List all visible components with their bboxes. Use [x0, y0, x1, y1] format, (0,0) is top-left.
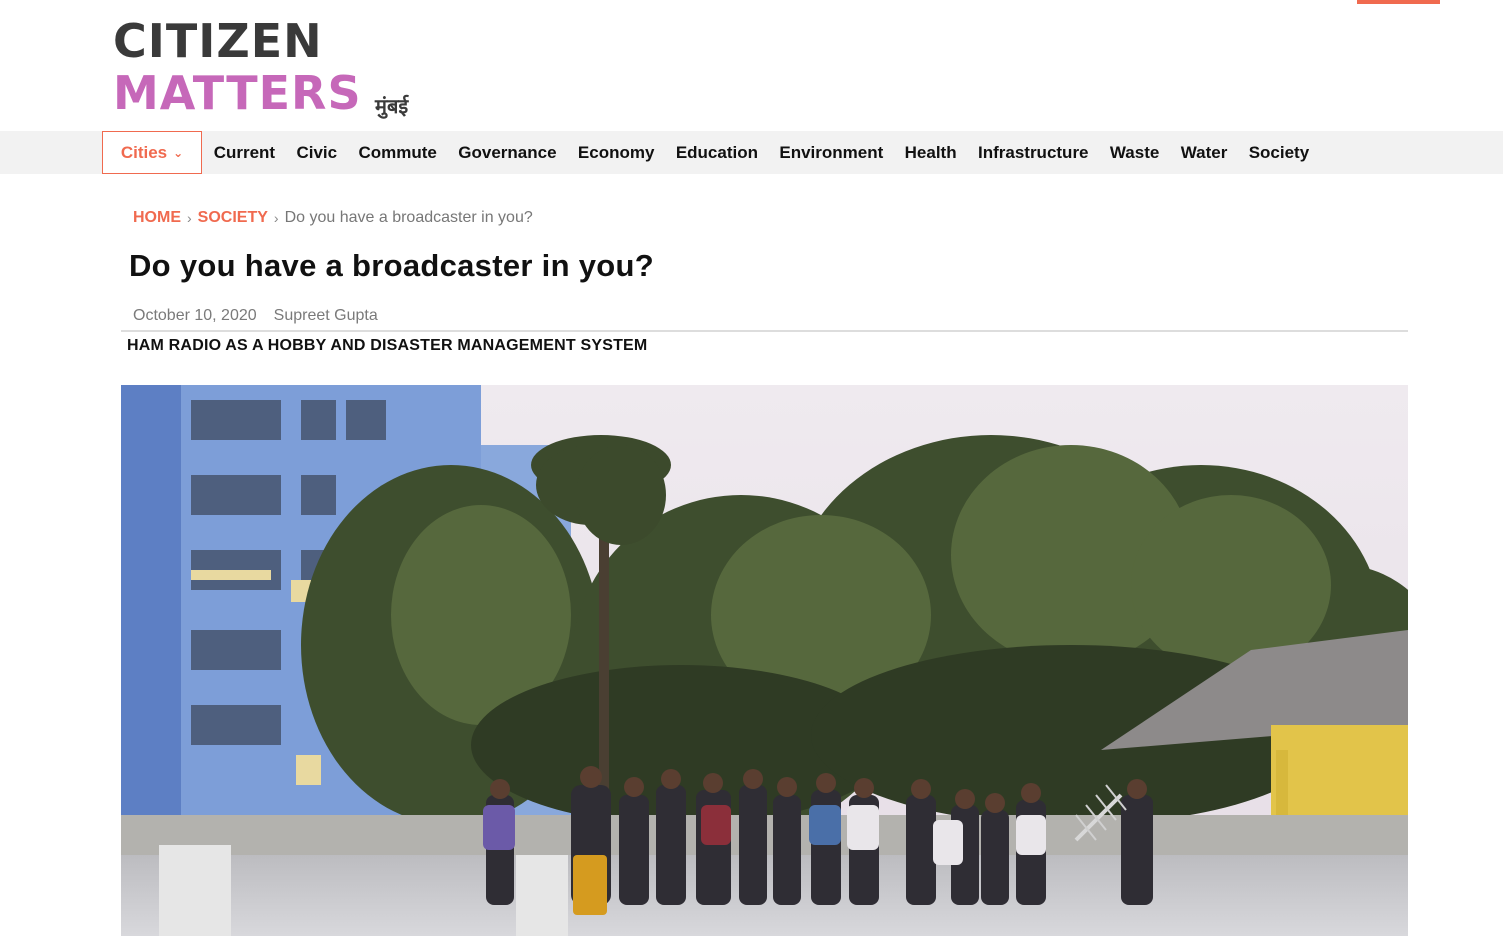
nav-item-water[interactable]: Water [1170, 143, 1238, 163]
breadcrumb-separator-icon: › [273, 210, 279, 226]
breadcrumb-section-link[interactable]: SOCIETY [198, 209, 268, 227]
nav-items: Current Civic Commute Governance Economy… [203, 131, 1320, 174]
divider [121, 330, 1408, 332]
chevron-down-icon: ⌄ [173, 145, 184, 160]
article-title: Do you have a broadcaster in you? [129, 248, 654, 283]
nav-item-education[interactable]: Education [665, 143, 769, 163]
logo-line-matters: MATTERS [113, 66, 362, 120]
breadcrumb-home-link[interactable]: HOME [133, 209, 181, 227]
nav-item-society[interactable]: Society [1238, 143, 1320, 163]
logo-city-name: मुंबई [375, 94, 409, 118]
breadcrumb: HOME › SOCIETY › Do you have a broadcast… [133, 209, 533, 227]
article-date: October 10, 2020 [133, 307, 257, 324]
cities-dropdown-button[interactable]: Cities ⌄ [102, 131, 202, 174]
site-logo[interactable]: CITIZEN MATTERS मुंबई [113, 18, 433, 128]
hero-photo [121, 385, 1408, 936]
article-subtitle: HAM RADIO AS A HOBBY AND DISASTER MANAGE… [127, 337, 648, 354]
nav-item-economy[interactable]: Economy [567, 143, 665, 163]
logo-line-citizen: CITIZEN [113, 14, 323, 68]
main-navigation: Cities ⌄ Current Civic Commute Governanc… [0, 131, 1503, 174]
nav-item-waste[interactable]: Waste [1099, 143, 1170, 163]
nav-item-civic[interactable]: Civic [286, 143, 348, 163]
nav-item-current[interactable]: Current [203, 143, 286, 163]
top-accent-bar [1357, 0, 1440, 4]
article-author-link[interactable]: Supreet Gupta [274, 307, 378, 325]
nav-item-infrastructure[interactable]: Infrastructure [967, 143, 1099, 163]
breadcrumb-separator-icon: › [187, 210, 192, 226]
article-meta: October 10, 2020 Supreet Gupta [133, 307, 378, 325]
nav-item-governance[interactable]: Governance [448, 143, 568, 163]
breadcrumb-current: Do you have a broadcaster in you? [284, 209, 533, 226]
cities-label: Cities [120, 142, 168, 162]
nav-item-health[interactable]: Health [894, 143, 967, 163]
nav-item-commute[interactable]: Commute [348, 143, 448, 163]
nav-item-environment[interactable]: Environment [769, 143, 894, 163]
